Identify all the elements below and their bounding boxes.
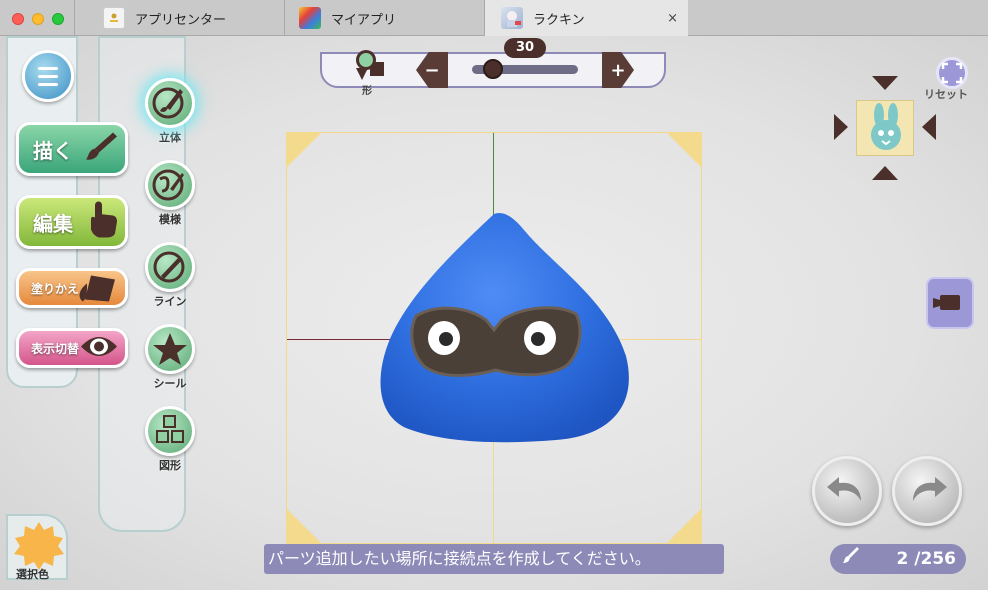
repaint-button-label: 塗りかえ	[31, 281, 80, 296]
draw-button-label: 描く	[33, 138, 73, 163]
undo-button[interactable]	[812, 456, 882, 526]
star-sticker-icon	[145, 324, 195, 374]
maximize-window-button[interactable]	[52, 13, 64, 25]
tool-label: 模様	[159, 213, 181, 226]
rotate-down-arrow[interactable]	[872, 166, 898, 180]
tool-label: 立体	[159, 131, 181, 144]
toggle-view-button[interactable]: 表示切替	[16, 328, 128, 368]
pointing-hand-icon	[85, 200, 119, 245]
brush-icon	[842, 545, 860, 577]
repaint-button[interactable]: 塗りかえ	[16, 268, 128, 308]
undo-icon	[827, 477, 861, 501]
paint-bucket-icon	[75, 270, 119, 307]
rakukin-app-icon	[501, 7, 523, 29]
edit-button[interactable]: 編集	[16, 195, 128, 249]
camera-button[interactable]	[926, 277, 974, 329]
line-icon	[145, 242, 195, 292]
brush-shape-label: 形	[362, 86, 372, 97]
reset-view-button[interactable]	[936, 57, 968, 89]
tool-label: 図形	[159, 459, 181, 472]
window-titlebar: アプリセンター マイアプリ ラクキン ×	[0, 0, 988, 36]
tab-label: ラクキン	[533, 12, 585, 28]
brush-icon	[83, 129, 119, 170]
my-apps-icon	[299, 7, 321, 29]
tool-shape[interactable]: 図形	[140, 406, 200, 473]
tool-label: シール	[153, 377, 187, 390]
selected-color-label: 選択色	[16, 568, 49, 581]
cubes-icon	[145, 406, 195, 456]
tab-rakukin[interactable]: ラクキン ×	[484, 0, 688, 36]
tool-label: ライン	[153, 295, 187, 308]
slime-model[interactable]	[376, 208, 636, 448]
pattern-brush-icon	[145, 160, 195, 210]
close-tab-button[interactable]: ×	[667, 11, 678, 26]
draw-button[interactable]: 描く	[16, 122, 128, 176]
parts-count: 2 /256	[896, 549, 956, 569]
rabbit-face-icon	[871, 103, 901, 150]
tool-pattern[interactable]: 模様	[140, 160, 200, 227]
eye-icon	[79, 334, 119, 363]
tool-line[interactable]: ライン	[140, 242, 200, 309]
parts-counter: 2 /256	[830, 544, 966, 574]
edit-button-label: 編集	[33, 211, 73, 236]
tab-my-apps[interactable]: マイアプリ	[284, 0, 484, 36]
video-camera-icon	[933, 295, 960, 310]
brush-shape-icon[interactable]	[352, 48, 388, 86]
minimize-window-button[interactable]	[32, 13, 44, 25]
rotate-right-arrow[interactable]	[922, 114, 936, 140]
tool-3d[interactable]: 立体	[140, 78, 200, 145]
reset-icon	[941, 62, 963, 84]
main-menu-button[interactable]	[22, 50, 74, 102]
rotate-up-arrow[interactable]	[872, 76, 898, 90]
reset-view-label: リセット	[924, 88, 968, 101]
toggle-view-button-label: 表示切替	[31, 341, 80, 356]
vertical-guide	[493, 440, 494, 544]
tab-app-center[interactable]: アプリセンター	[74, 0, 284, 36]
redo-icon	[913, 477, 947, 501]
rotate-left-arrow[interactable]	[834, 114, 848, 140]
close-window-button[interactable]	[12, 13, 24, 25]
instruction-message: パーツ追加したい場所に接続点を作成してください。	[264, 544, 724, 574]
app-center-icon	[103, 7, 125, 29]
tool-sticker[interactable]: シール	[140, 324, 200, 391]
brush-size-value: 30	[504, 38, 546, 58]
tab-label: マイアプリ	[331, 12, 397, 28]
3d-brush-icon	[145, 78, 195, 128]
redo-button[interactable]	[892, 456, 962, 526]
view-orientation-preview	[856, 100, 914, 156]
tab-label: アプリセンター	[135, 12, 227, 28]
